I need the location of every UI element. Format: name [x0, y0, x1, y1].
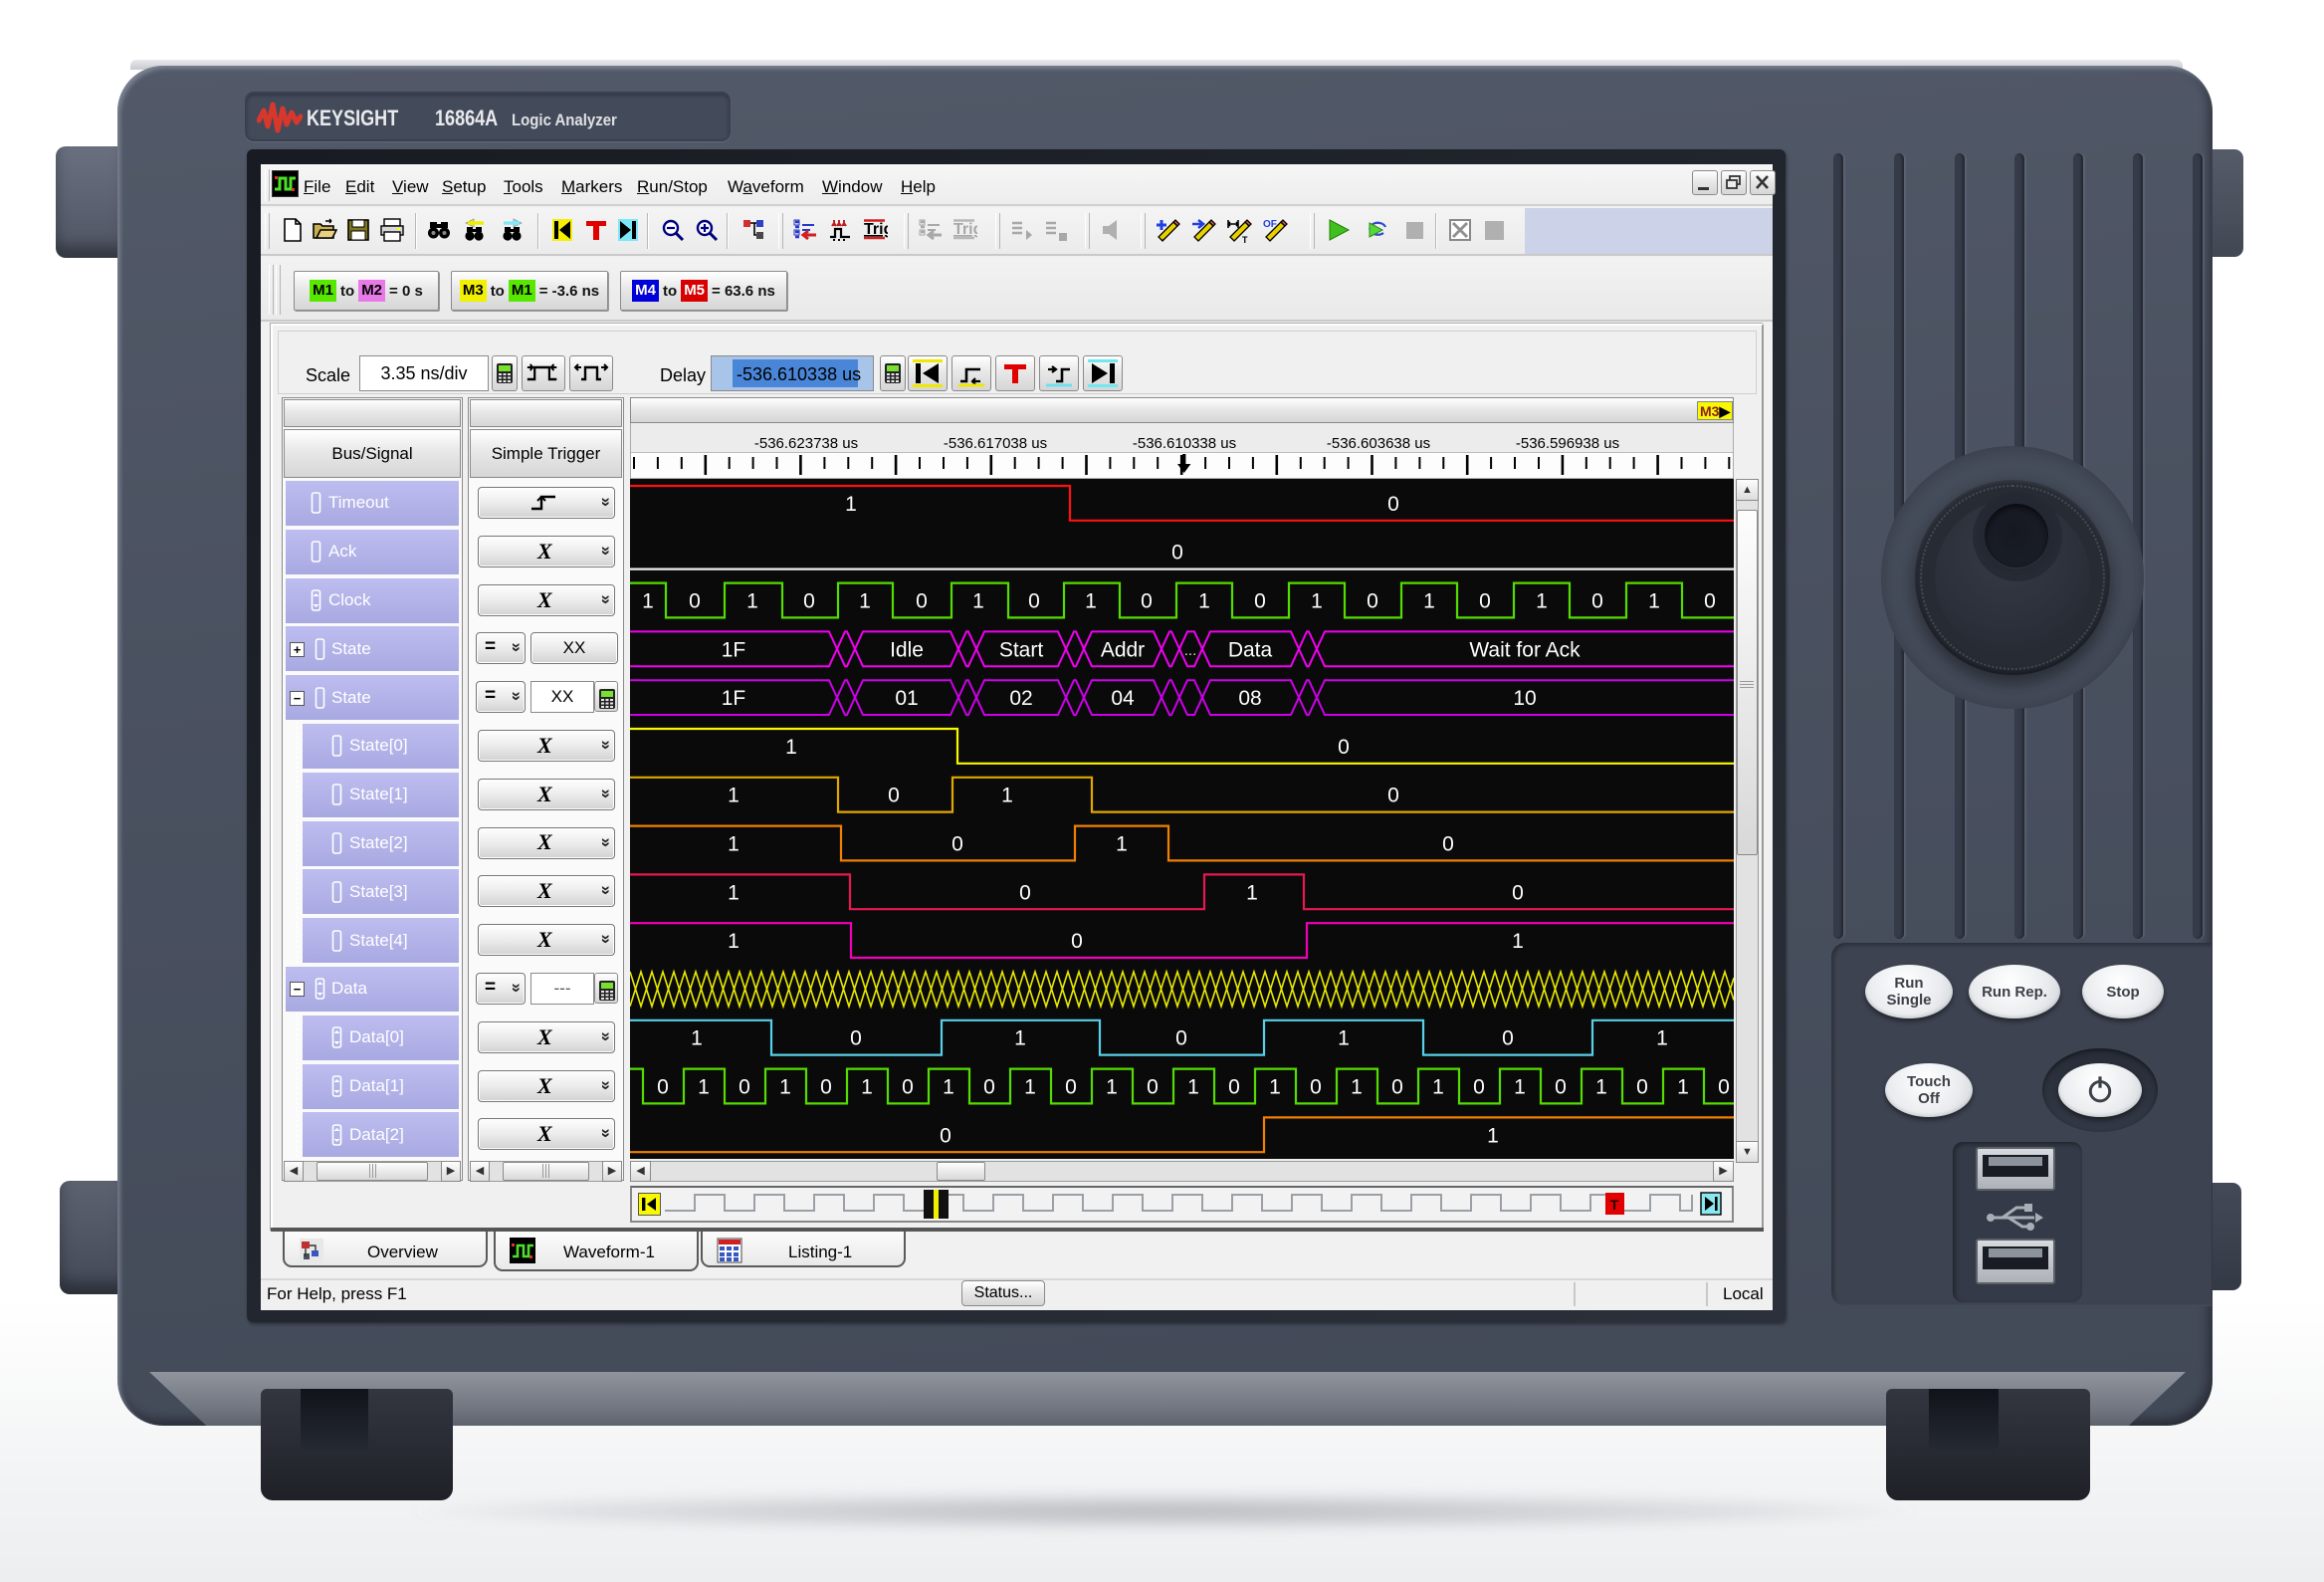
- svg-text:0: 0: [1479, 590, 1491, 613]
- svg-text:T: T: [1242, 235, 1248, 243]
- svg-text:1: 1: [1001, 785, 1013, 807]
- svg-text:0: 0: [1147, 1076, 1159, 1099]
- svg-text:1: 1: [728, 833, 739, 856]
- svg-text:0: 0: [1391, 1076, 1403, 1099]
- svg-text:-536.623738 us: -536.623738 us: [754, 435, 858, 452]
- svg-text:1: 1: [728, 785, 739, 807]
- svg-text:1: 1: [1351, 1076, 1363, 1099]
- svg-text:0: 0: [1555, 1076, 1567, 1099]
- svg-text:Data: Data: [1228, 638, 1273, 661]
- svg-text:-536.617038 us: -536.617038 us: [944, 435, 1047, 452]
- svg-text:0: 0: [951, 833, 963, 856]
- svg-text:0: 0: [689, 590, 701, 613]
- svg-text:0: 0: [850, 1027, 862, 1050]
- svg-text:0: 0: [1442, 833, 1454, 856]
- svg-text:1: 1: [728, 930, 739, 953]
- svg-text:0: 0: [1065, 1076, 1077, 1099]
- svg-text:1: 1: [698, 1076, 710, 1099]
- svg-text:Addr: Addr: [1101, 638, 1145, 661]
- svg-text:0: 0: [1028, 590, 1040, 613]
- svg-text:08: 08: [1238, 687, 1261, 710]
- svg-text:1F: 1F: [722, 687, 746, 710]
- svg-text:0: 0: [1636, 1076, 1648, 1099]
- svg-text:04: 04: [1111, 687, 1135, 710]
- svg-text:1: 1: [1269, 1076, 1281, 1099]
- svg-text:1: 1: [1656, 1027, 1668, 1050]
- svg-text:0: 0: [1254, 590, 1266, 613]
- svg-text:1: 1: [1311, 590, 1323, 613]
- svg-text:0: 0: [888, 785, 900, 807]
- svg-text:1: 1: [785, 736, 797, 759]
- svg-text:0: 0: [657, 1076, 669, 1099]
- svg-text:1: 1: [1648, 590, 1660, 613]
- svg-text:1: 1: [779, 1076, 791, 1099]
- svg-text:1: 1: [1116, 833, 1128, 856]
- svg-text:1: 1: [642, 590, 654, 613]
- svg-text:02: 02: [1009, 687, 1032, 710]
- svg-text:1: 1: [1536, 590, 1548, 613]
- svg-text:1: 1: [1024, 1076, 1036, 1099]
- svg-text:1: 1: [1246, 881, 1258, 904]
- svg-text:-536.596938 us: -536.596938 us: [1516, 435, 1619, 452]
- svg-text:1: 1: [1014, 1027, 1026, 1050]
- svg-text:1: 1: [1432, 1076, 1444, 1099]
- svg-text:Start: Start: [999, 638, 1044, 661]
- svg-text:0: 0: [983, 1076, 995, 1099]
- svg-text:Idle: Idle: [890, 638, 924, 661]
- svg-text:1: 1: [1423, 590, 1435, 613]
- svg-text:0: 0: [1175, 1027, 1187, 1050]
- svg-text:1: 1: [1514, 1076, 1526, 1099]
- svg-text:0: 0: [1141, 590, 1153, 613]
- svg-text:1: 1: [1512, 930, 1524, 953]
- svg-text:1: 1: [859, 590, 871, 613]
- svg-text:1: 1: [1595, 1076, 1607, 1099]
- svg-text:0: 0: [1473, 1076, 1485, 1099]
- svg-text:OF: OF: [1263, 219, 1277, 230]
- svg-text:1: 1: [1085, 590, 1097, 613]
- svg-text:1: 1: [691, 1027, 703, 1050]
- svg-text:0: 0: [1387, 493, 1399, 516]
- svg-text:0: 0: [739, 1076, 750, 1099]
- svg-text:1: 1: [1487, 1124, 1499, 1147]
- svg-text:1: 1: [728, 881, 739, 904]
- svg-text:0: 0: [1367, 590, 1378, 613]
- svg-text:0: 0: [1387, 785, 1399, 807]
- svg-text:0: 0: [1228, 1076, 1240, 1099]
- svg-text:0: 0: [820, 1076, 832, 1099]
- svg-text:1: 1: [1198, 590, 1210, 613]
- svg-text:01: 01: [895, 687, 918, 710]
- svg-text:0: 0: [902, 1076, 914, 1099]
- svg-text:1F: 1F: [722, 638, 746, 661]
- svg-text:0: 0: [1019, 881, 1031, 904]
- svg-text:0: 0: [1338, 736, 1350, 759]
- svg-text:1: 1: [1338, 1027, 1350, 1050]
- svg-text:1: 1: [845, 493, 857, 516]
- svg-text:0: 0: [1502, 1027, 1514, 1050]
- svg-text:Trig: Trig: [864, 221, 888, 238]
- svg-text:T: T: [1610, 1197, 1619, 1213]
- svg-text:0: 0: [1591, 590, 1603, 613]
- svg-text:-536.610338 us: -536.610338 us: [1133, 435, 1236, 452]
- svg-text:1: 1: [746, 590, 758, 613]
- svg-text:10: 10: [1513, 687, 1536, 710]
- svg-text:1: 1: [1677, 1076, 1689, 1099]
- svg-text:Trig: Trig: [953, 221, 977, 238]
- svg-text:0: 0: [1171, 542, 1183, 565]
- svg-text:0: 0: [1071, 930, 1083, 953]
- svg-text:-536.603638 us: -536.603638 us: [1327, 435, 1430, 452]
- svg-text:1: 1: [1106, 1076, 1118, 1099]
- svg-text:0: 0: [1512, 881, 1524, 904]
- svg-text:1: 1: [972, 590, 984, 613]
- svg-text:0: 0: [1704, 590, 1716, 613]
- svg-text:0: 0: [803, 590, 815, 613]
- svg-text:1: 1: [1187, 1076, 1199, 1099]
- svg-text:0: 0: [1718, 1076, 1730, 1099]
- svg-text:...: ...: [1184, 642, 1197, 659]
- svg-text:1: 1: [943, 1076, 954, 1099]
- svg-text:0: 0: [916, 590, 928, 613]
- svg-text:0: 0: [1310, 1076, 1322, 1099]
- svg-text:0: 0: [940, 1124, 951, 1147]
- svg-text:1: 1: [861, 1076, 873, 1099]
- svg-text:Wait for Ack: Wait for Ack: [1469, 638, 1581, 661]
